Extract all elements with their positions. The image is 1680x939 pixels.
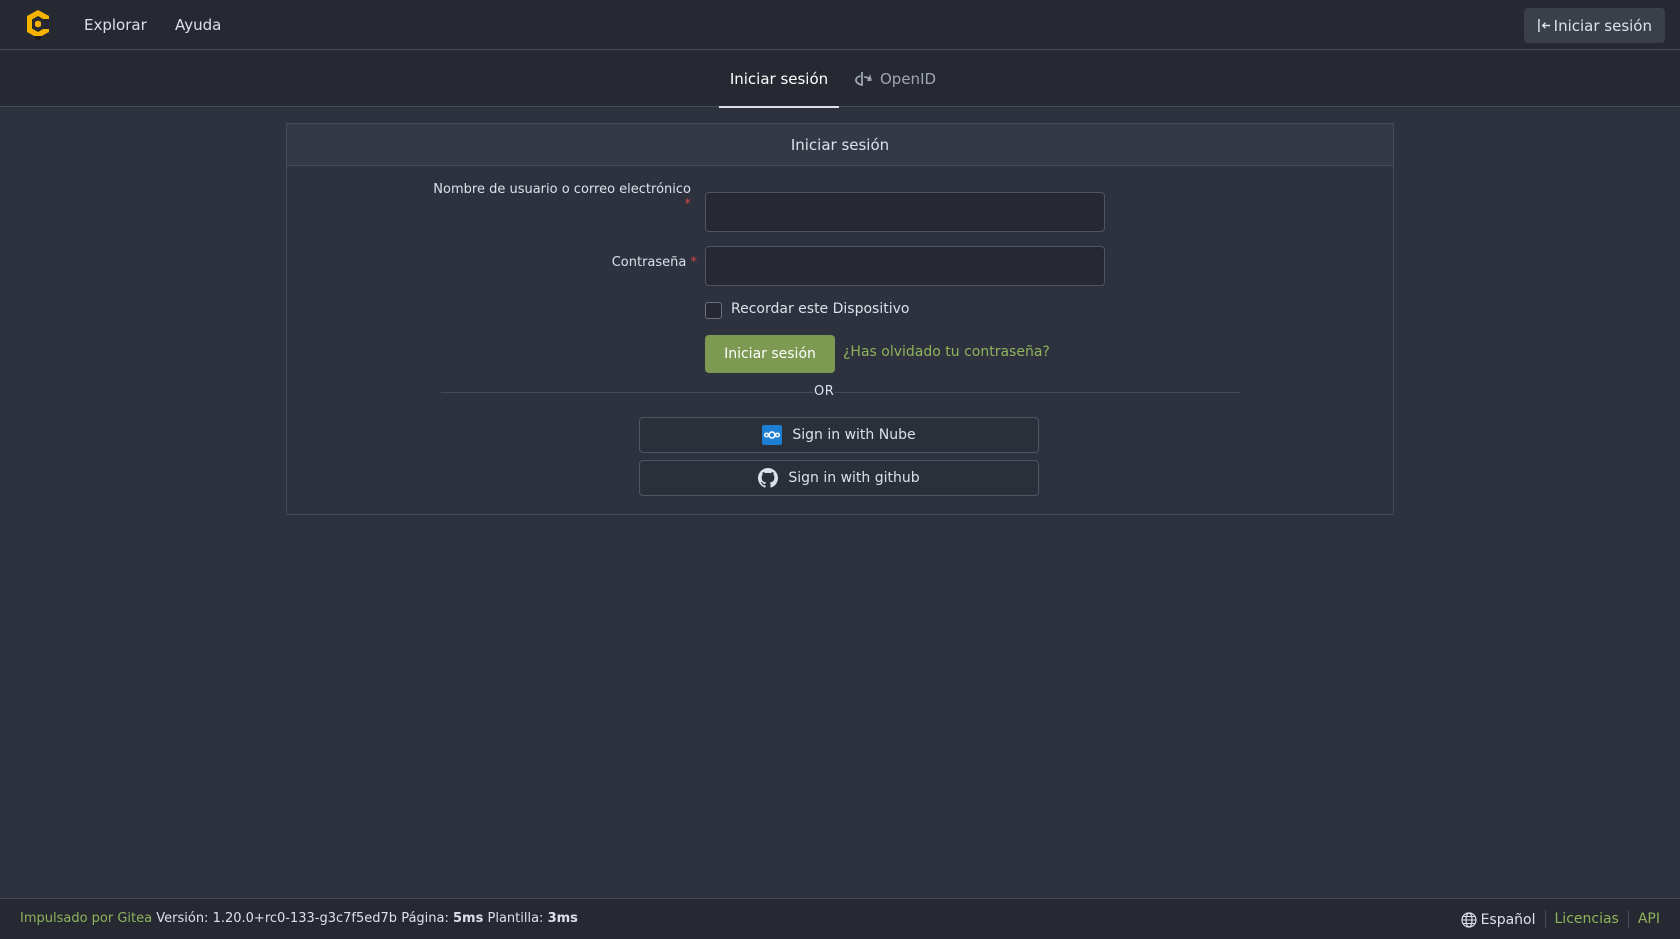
divider-line bbox=[441, 392, 814, 393]
signin-card: Iniciar sesión Nombre de usuario o corre… bbox=[286, 123, 1394, 515]
version-value: 1.20.0+rc0-133-g3c7f5ed7b bbox=[212, 911, 398, 926]
tab-openid[interactable]: OpenID bbox=[854, 50, 936, 107]
github-icon bbox=[758, 468, 779, 488]
card-title: Iniciar sesión bbox=[287, 124, 1393, 166]
forgot-password-link[interactable]: ¿Has olvidado tu contraseña? bbox=[843, 344, 1050, 360]
page-time-label: Página: bbox=[401, 911, 449, 926]
signin-submit-button[interactable]: Iniciar sesión bbox=[705, 335, 835, 373]
divider-line bbox=[834, 392, 1240, 393]
remember-checkbox[interactable] bbox=[705, 302, 722, 319]
top-navbar: Explorar Ayuda Iniciar sesión bbox=[0, 0, 1680, 50]
sign-in-icon bbox=[1537, 18, 1552, 33]
signin-github-button[interactable]: Sign in with github bbox=[639, 460, 1039, 496]
header-signin-label: Iniciar sesión bbox=[1553, 16, 1652, 35]
tab-signin[interactable]: Iniciar sesión bbox=[719, 50, 839, 108]
page-time-value: 5ms bbox=[453, 911, 484, 926]
remember-label[interactable]: Recordar este Dispositivo bbox=[731, 301, 909, 317]
api-link[interactable]: API bbox=[1638, 911, 1660, 927]
version-label: Versión: bbox=[156, 911, 209, 926]
signin-nube-label: Sign in with Nube bbox=[792, 427, 916, 443]
licenses-link[interactable]: Licencias bbox=[1555, 911, 1619, 927]
template-time-label: Plantilla: bbox=[487, 911, 544, 926]
language-label: Español bbox=[1480, 912, 1536, 928]
footer-separator bbox=[1544, 909, 1546, 928]
password-input[interactable] bbox=[705, 246, 1105, 286]
footer-links: Español Licencias API bbox=[1460, 909, 1660, 928]
nextcloud-icon bbox=[762, 425, 783, 445]
page-footer: Impulsado por Gitea Versión: 1.20.0+rc0-… bbox=[0, 898, 1680, 939]
nav-explore-link[interactable]: Explorar bbox=[84, 0, 147, 50]
footer-separator bbox=[1627, 909, 1629, 928]
required-mark: * bbox=[684, 197, 692, 212]
powered-by-gitea-link[interactable]: Impulsado por Gitea bbox=[20, 911, 152, 926]
openid-icon bbox=[854, 70, 872, 88]
language-selector[interactable]: Español bbox=[1460, 909, 1536, 928]
or-divider-text: OR bbox=[814, 384, 835, 399]
password-label: Contraseña * bbox=[611, 255, 698, 270]
username-label: Nombre de usuario o correo electrónico * bbox=[433, 182, 692, 212]
auth-tab-bar: Iniciar sesión OpenID bbox=[0, 50, 1680, 108]
footer-version-info: Impulsado por Gitea Versión: 1.20.0+rc0-… bbox=[20, 911, 578, 926]
gitea-logo-icon[interactable] bbox=[24, 8, 52, 40]
signin-nube-button[interactable]: Sign in with Nube bbox=[639, 417, 1039, 453]
globe-icon bbox=[1460, 912, 1477, 928]
template-time-value: 3ms bbox=[547, 911, 578, 926]
tab-openid-label: OpenID bbox=[880, 69, 937, 88]
required-mark: * bbox=[690, 255, 698, 270]
nav-help-link[interactable]: Ayuda bbox=[175, 0, 221, 50]
username-input[interactable] bbox=[705, 192, 1105, 232]
header-signin-button[interactable]: Iniciar sesión bbox=[1523, 8, 1665, 43]
signin-github-label: Sign in with github bbox=[788, 470, 920, 486]
